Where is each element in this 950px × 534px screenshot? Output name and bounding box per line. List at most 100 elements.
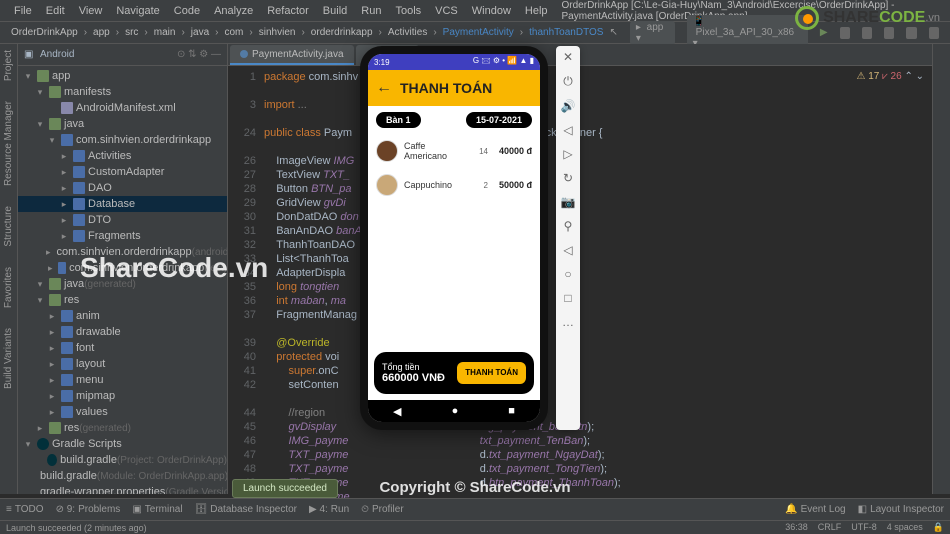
emu-tool-4[interactable]: ▷ bbox=[563, 147, 572, 161]
code-line[interactable]: 37 FragmentManag bbox=[234, 308, 932, 322]
tree-row[interactable]: ▸Database bbox=[18, 196, 227, 212]
code-line[interactable]: 48 TXT_payme d.txt_payment_TongTien); bbox=[234, 462, 932, 476]
code-line[interactable]: 46 IMG_payme txt_payment_TenBan); bbox=[234, 434, 932, 448]
code-line[interactable]: 31 BanAnDAO banA bbox=[234, 224, 932, 238]
tw-profiler[interactable]: ⏲ Profiler bbox=[361, 504, 404, 515]
tree-row[interactable]: ▾manifests bbox=[18, 84, 227, 100]
back-icon[interactable]: ← bbox=[376, 79, 392, 97]
rail-favorites[interactable]: Favorites bbox=[3, 267, 14, 308]
file-encoding[interactable]: UTF-8 bbox=[851, 522, 877, 533]
tree-mode[interactable]: Android bbox=[40, 49, 74, 60]
bc-root[interactable]: OrderDrinkApp bbox=[11, 27, 78, 38]
lock-icon[interactable]: 🔒 bbox=[933, 522, 944, 533]
tree-row[interactable]: ▸com.sinhvien.orderdrinkapp (androidTest… bbox=[18, 244, 227, 260]
code-line[interactable]: 30 DonDatDAO don bbox=[234, 210, 932, 224]
emu-tool-3[interactable]: ◁ bbox=[563, 123, 572, 137]
nav-back-icon[interactable]: ◀ bbox=[393, 405, 401, 418]
code-line[interactable] bbox=[234, 392, 932, 406]
menu-view[interactable]: View bbox=[73, 3, 109, 19]
tab-payment-activity[interactable]: PaymentActivity.java bbox=[230, 45, 354, 65]
menu-window[interactable]: Window bbox=[466, 3, 517, 19]
emu-tool-9[interactable]: ○ bbox=[564, 267, 571, 281]
tree-row[interactable]: ▸DTO bbox=[18, 212, 227, 228]
code-line[interactable]: 47 TXT_payme d.txt_payment_NgayDat); bbox=[234, 448, 932, 462]
order-item[interactable]: Caffe Americano1440000 đ bbox=[368, 134, 540, 168]
indent-settings[interactable]: 4 spaces bbox=[887, 522, 923, 533]
tree-row[interactable]: AndroidManifest.xml bbox=[18, 100, 227, 116]
code-line[interactable]: 29 GridView gvDi bbox=[234, 196, 932, 210]
menu-edit[interactable]: Edit bbox=[40, 3, 71, 19]
tree-row[interactable]: ▾com.sinhvien.orderdrinkapp bbox=[18, 132, 227, 148]
tree-row[interactable]: ▾res bbox=[18, 292, 227, 308]
tree-row[interactable]: ▸values bbox=[18, 404, 227, 420]
line-separator[interactable]: CRLF bbox=[818, 522, 842, 533]
pay-button[interactable]: THANH TOÁN bbox=[457, 362, 526, 384]
tree-row[interactable]: ▸anim bbox=[18, 308, 227, 324]
tree-row[interactable]: ▸menu bbox=[18, 372, 227, 388]
tw-event-log[interactable]: 🔔 Event Log bbox=[785, 504, 846, 515]
tree-row[interactable]: build.gradle (Project: OrderDrinkApp) bbox=[18, 452, 227, 468]
code-line[interactable]: 27 TextView TXT_ _TongTien; bbox=[234, 168, 932, 182]
inspection-widget[interactable]: ⚠ 17 ⩗ 26 ⌃ ⌄ bbox=[856, 70, 924, 84]
menu-file[interactable]: File bbox=[8, 3, 38, 19]
tw-terminal[interactable]: ▣ Terminal bbox=[132, 504, 182, 515]
code-line[interactable]: 36 int maban, ma bbox=[234, 294, 932, 308]
menu-navigate[interactable]: Navigate bbox=[110, 3, 165, 19]
tree-row[interactable]: gradle-wrapper.properties (Gradle Versio… bbox=[18, 484, 227, 494]
tree-row[interactable]: ▸mipmap bbox=[18, 388, 227, 404]
code-line[interactable]: 45 gvDisplay d.img_payment_backbtn); bbox=[234, 420, 932, 434]
nav-home-icon[interactable]: ● bbox=[452, 405, 459, 417]
emu-tool-5[interactable]: ↻ bbox=[563, 171, 573, 185]
notification-balloon[interactable]: Launch succeeded bbox=[232, 479, 338, 498]
tree-row[interactable]: ▸res (generated) bbox=[18, 420, 227, 436]
order-item[interactable]: Cappuchino250000 đ bbox=[368, 168, 540, 202]
run-config-dropdown[interactable]: ▸ app ▾ bbox=[630, 21, 675, 45]
code-line[interactable]: 3import ... bbox=[234, 98, 932, 112]
menu-run[interactable]: Run bbox=[355, 3, 387, 19]
tw-layout-inspector[interactable]: ◧ Layout Inspector bbox=[858, 504, 944, 515]
code-line[interactable]: 34 AdapterDispla bbox=[234, 266, 932, 280]
code-line[interactable] bbox=[234, 322, 932, 336]
emu-tool-11[interactable]: … bbox=[562, 315, 574, 329]
code-line[interactable]: 28 Button BTN_pa bbox=[234, 182, 932, 196]
tree-row[interactable]: ▸layout bbox=[18, 356, 227, 372]
caret-position[interactable]: 36:38 bbox=[785, 522, 808, 533]
back-arrow-icon[interactable]: ↖ bbox=[609, 27, 617, 38]
nav-recent-icon[interactable]: ■ bbox=[508, 405, 515, 417]
emu-tool-10[interactable]: □ bbox=[564, 291, 571, 305]
tw-problems[interactable]: ⊘ 9: Problems bbox=[56, 504, 121, 515]
tree-settings-icon[interactable]: ⊙ ⇅ ⚙ — bbox=[177, 49, 221, 60]
code-line[interactable]: 41 super.onC bbox=[234, 364, 932, 378]
tree-row[interactable]: ▸DAO bbox=[18, 180, 227, 196]
rail-resource-manager[interactable]: Resource Manager bbox=[3, 101, 14, 186]
code-line[interactable] bbox=[234, 84, 932, 98]
emu-tool-6[interactable]: 📷 bbox=[561, 195, 576, 209]
emu-tool-1[interactable]: ⏻ bbox=[563, 74, 573, 89]
code-line[interactable]: 40 protected voi bbox=[234, 350, 932, 364]
code-line[interactable] bbox=[234, 140, 932, 154]
tree-row[interactable]: ▾Gradle Scripts bbox=[18, 436, 227, 452]
emu-tool-0[interactable]: ✕ bbox=[563, 50, 573, 64]
emu-tool-2[interactable]: 🔊 bbox=[561, 99, 576, 113]
code-line[interactable]: 24public class Paym s View.OnClickListen… bbox=[234, 126, 932, 140]
bc-app[interactable]: app bbox=[93, 27, 110, 38]
emu-tool-7[interactable]: ⚲ bbox=[564, 219, 573, 233]
tree-row[interactable]: ▸Activities bbox=[18, 148, 227, 164]
tree-row[interactable]: ▸com.sinhvien.orderdrinkapp (test) bbox=[18, 260, 227, 276]
tree-row[interactable]: ▾java (generated) bbox=[18, 276, 227, 292]
menu-analyze[interactable]: Analyze bbox=[208, 3, 259, 19]
code-line[interactable]: 33 List<ThanhToa bbox=[234, 252, 932, 266]
menu-tools[interactable]: Tools bbox=[389, 3, 427, 19]
tree-row[interactable]: build.gradle (Module: OrderDrinkApp.app) bbox=[18, 468, 227, 484]
tw-db-inspector[interactable]: 🗄 Database Inspector bbox=[195, 504, 297, 515]
code-line[interactable]: 35 long tongtien bbox=[234, 280, 932, 294]
code-line[interactable]: 32 ThanhToanDAO bbox=[234, 238, 932, 252]
code-line[interactable]: 39 @Override bbox=[234, 336, 932, 350]
tree-row[interactable]: ▸font bbox=[18, 340, 227, 356]
code-line[interactable]: 1package com.sinhv bbox=[234, 70, 932, 84]
code-line[interactable] bbox=[234, 112, 932, 126]
emu-tool-8[interactable]: ◁ bbox=[563, 243, 572, 257]
menu-code[interactable]: Code bbox=[168, 3, 206, 19]
menu-build[interactable]: Build bbox=[317, 3, 353, 19]
code-line[interactable]: 44 //region isplayPayment); bbox=[234, 406, 932, 420]
